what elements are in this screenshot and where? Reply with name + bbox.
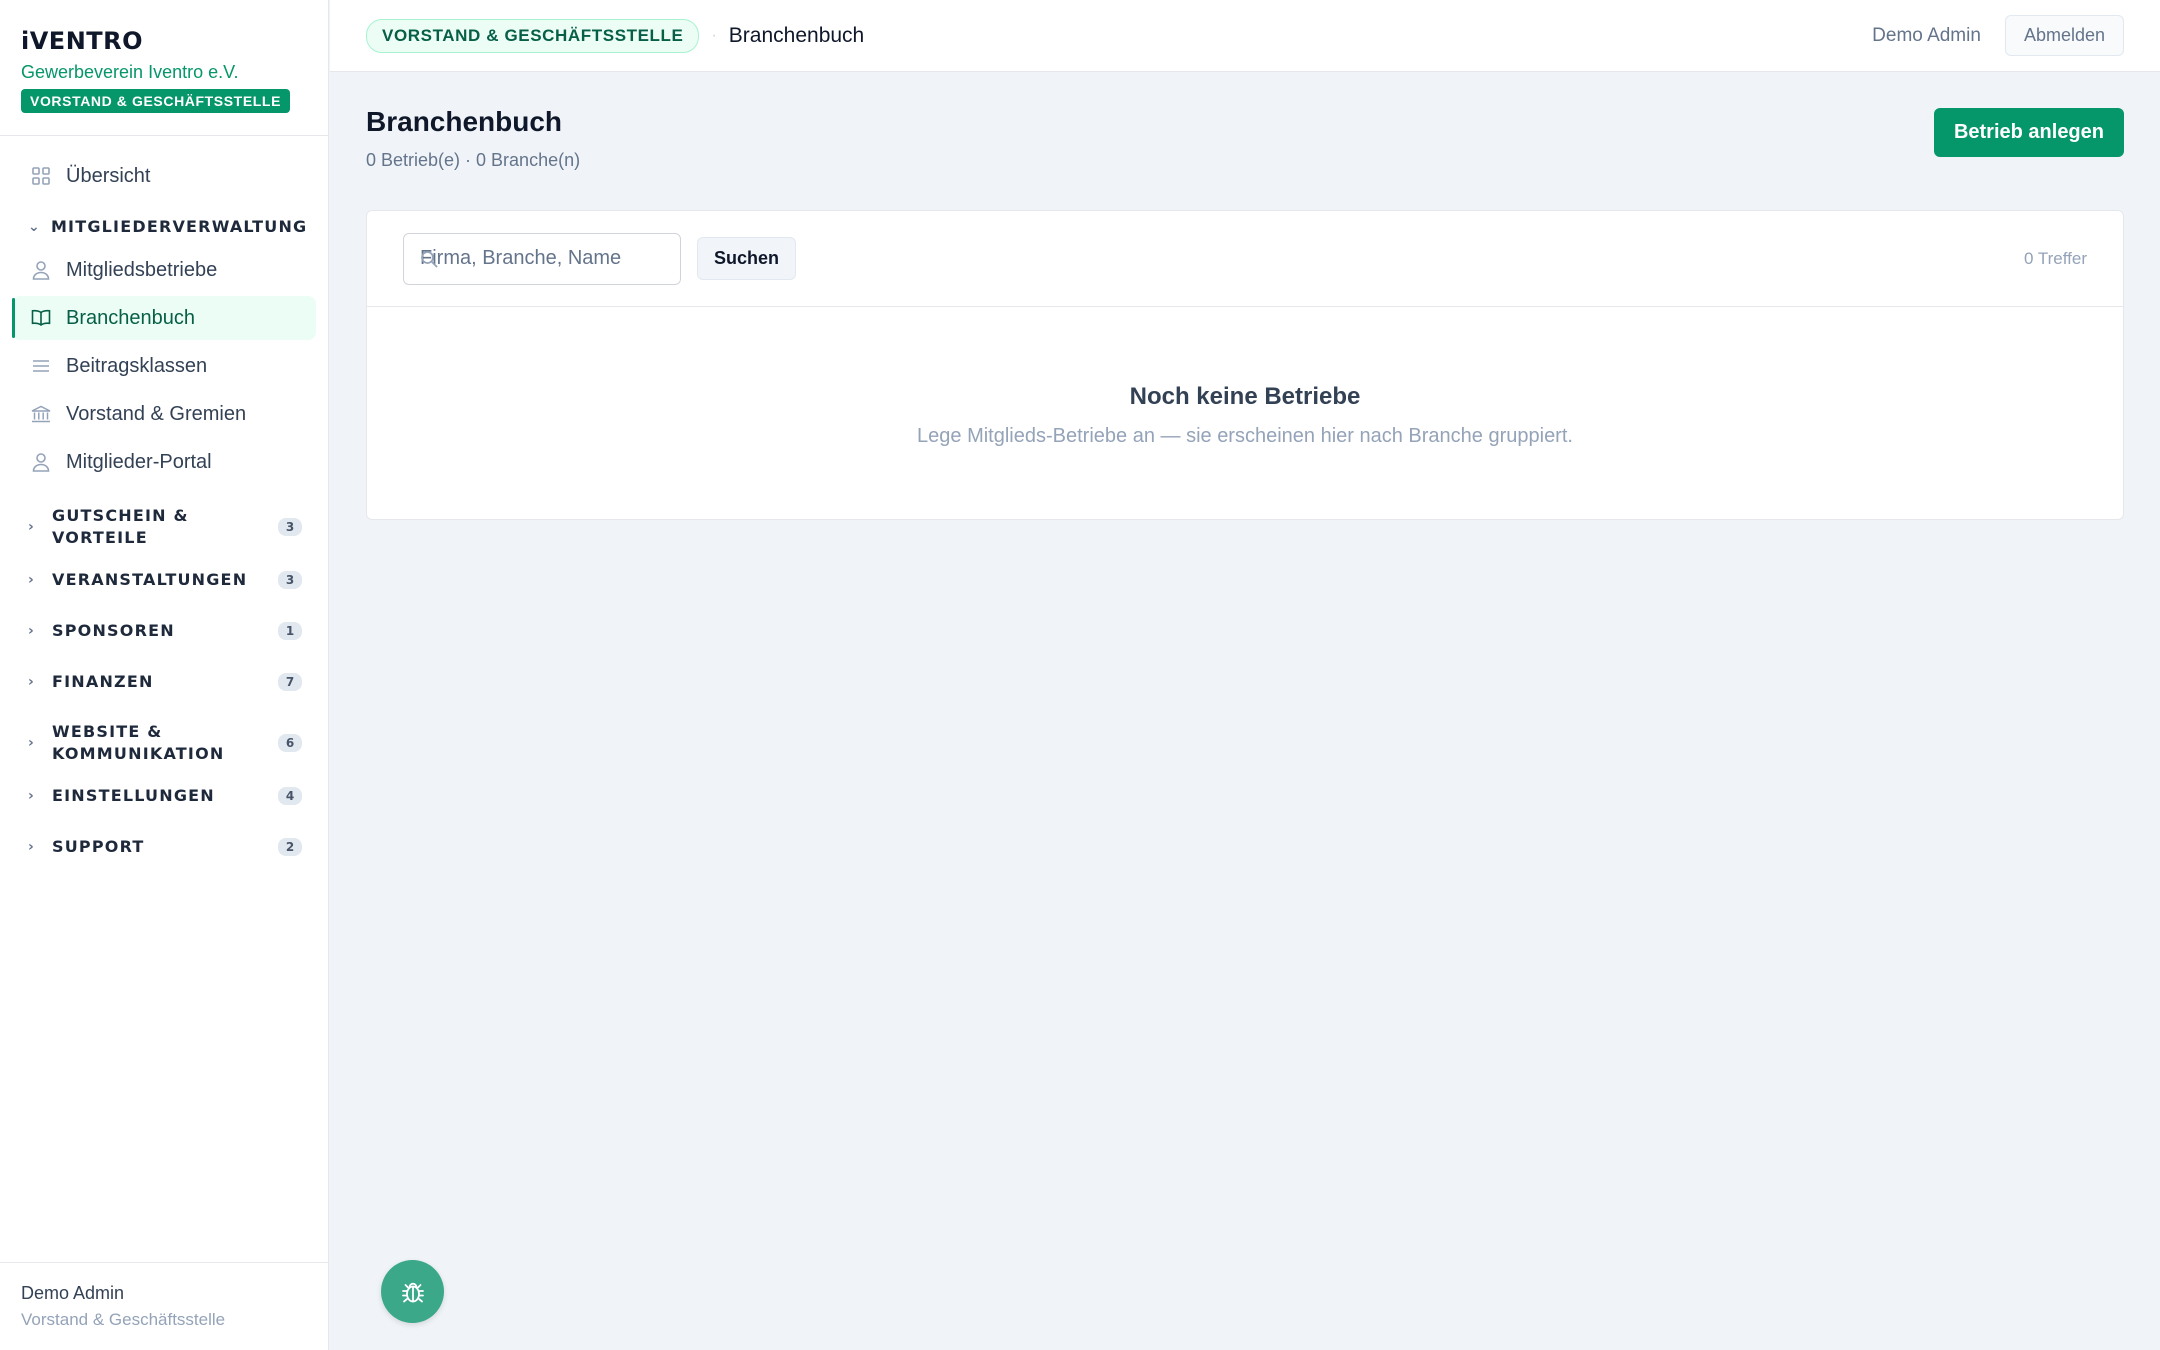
section-support[interactable]: › SUPPORT 2	[12, 832, 316, 862]
sidebar-item-mitgliedsbetriebe[interactable]: Mitgliedsbetriebe	[12, 248, 316, 292]
count-badge: 3	[278, 571, 302, 589]
sidebar-item-label: Mitglieder-Portal	[66, 450, 212, 473]
section-finanzen[interactable]: › FINANZEN 7	[12, 667, 316, 697]
sidebar-item-branchenbuch[interactable]: Branchenbuch	[12, 296, 316, 340]
app-logo[interactable]: iVENTRO	[21, 24, 307, 58]
breadcrumb: Branchenbuch	[728, 23, 865, 47]
bug-icon	[401, 1282, 424, 1302]
section-label-line1: GUTSCHEIN &	[52, 506, 189, 525]
section-label-line1: WEBSITE &	[52, 722, 163, 741]
brand-block: iVENTRO Gewerbeverein Iventro e.V. VORST…	[0, 0, 328, 136]
add-business-button[interactable]: Betrieb anlegen	[1933, 108, 2124, 157]
page-subtitle: 0 Betrieb(e) · 0 Branche(n)	[366, 150, 581, 170]
search-button[interactable]: Suchen	[697, 237, 797, 280]
grid-icon	[30, 165, 52, 187]
chevron-right-icon: ›	[28, 623, 35, 639]
bank-icon	[30, 403, 52, 425]
empty-state-description: Lege Mitglieds-Betriebe an — sie erschei…	[917, 425, 1573, 447]
search-toolbar: Firma, Branche, Name Suchen 0 Treffer	[367, 211, 2123, 307]
section-veranstaltungen[interactable]: › VERANSTALTUNGEN 3	[12, 565, 316, 595]
logout-button[interactable]: Abmelden	[2004, 15, 2124, 56]
page-header: Branchenbuch 0 Betrieb(e) · 0 Branche(n)…	[366, 72, 2124, 210]
chevron-down-icon: ⌄	[28, 219, 41, 235]
role-badge: VORSTAND & GESCHÄFTSSTELLE	[21, 89, 291, 113]
hit-count: 0 Treffer	[2024, 248, 2087, 268]
section-label: VERANSTALTUNGEN	[52, 570, 248, 589]
sidebar-item-vorstand-gremien[interactable]: Vorstand & Gremien	[12, 392, 316, 436]
bug-report-button[interactable]	[381, 1260, 444, 1323]
section-label: EINSTELLUNGEN	[52, 786, 215, 805]
count-badge: 6	[278, 734, 302, 752]
search-icon	[421, 250, 438, 268]
section-einstellungen[interactable]: › EINSTELLUNGEN 4	[12, 781, 316, 811]
role-chip: VORSTAND & GESCHÄFTSSTELLE	[366, 18, 700, 53]
main-content: Branchenbuch 0 Betrieb(e) · 0 Branche(n)…	[366, 72, 2124, 520]
search-placeholder: Firma, Branche, Name	[420, 247, 622, 269]
section-label: FINANZEN	[52, 672, 154, 691]
chevron-right-icon: ›	[28, 735, 35, 751]
sidebar-item-label: Mitgliedsbetriebe	[66, 258, 218, 281]
current-user-name: Demo Admin	[21, 1283, 125, 1303]
search-input[interactable]: Firma, Branche, Name	[403, 232, 681, 285]
section-gutschein-vorteile[interactable]: › GUTSCHEIN & VORTEILE 3	[12, 502, 316, 552]
list-icon	[30, 355, 52, 377]
section-label: SUPPORT	[52, 837, 145, 856]
sidebar-item-mitglieder-portal[interactable]: Mitglieder-Portal	[12, 440, 316, 484]
sidebar-item-label: Übersicht	[66, 164, 151, 187]
section-sponsoren[interactable]: › SPONSOREN 1	[12, 616, 316, 646]
sidebar-nav: Übersicht ⌄ MITGLIEDERVERWALTUNG Mitglie…	[0, 136, 328, 862]
empty-state: Noch keine Betriebe Lege Mitglieds-Betri…	[367, 307, 2123, 448]
count-badge: 2	[278, 838, 302, 856]
book-icon	[30, 307, 52, 329]
chevron-right-icon: ›	[28, 839, 35, 855]
section-label: SPONSOREN	[52, 621, 175, 640]
chevron-right-icon: ›	[28, 572, 35, 588]
section-label: MITGLIEDERVERWALTUNG	[50, 217, 308, 236]
chevron-right-icon: ›	[28, 788, 35, 804]
topbar-user-name: Demo Admin	[1872, 24, 1981, 46]
sidebar-item-beitragsklassen[interactable]: Beitragsklassen	[12, 344, 316, 388]
sidebar: iVENTRO Gewerbeverein Iventro e.V. VORST…	[0, 0, 329, 1350]
breadcrumb-separator: ·	[711, 26, 717, 44]
page-title: Branchenbuch	[366, 106, 563, 137]
empty-state-title: Noch keine Betriebe	[1129, 383, 1361, 410]
chevron-right-icon: ›	[28, 519, 35, 535]
sidebar-item-overview[interactable]: Übersicht	[12, 154, 316, 198]
section-label-line2: VORTEILE	[52, 528, 148, 547]
section-label-line2: KOMMUNIKATION	[52, 744, 225, 763]
organization-name: Gewerbeverein Iventro e.V.	[21, 62, 239, 82]
section-label: GUTSCHEIN & VORTEILE	[52, 505, 278, 549]
section-mitgliederverwaltung[interactable]: ⌄ MITGLIEDERVERWALTUNG	[12, 212, 316, 242]
section-label: WEBSITE & KOMMUNIKATION	[52, 721, 278, 765]
sidebar-item-label: Branchenbuch	[66, 306, 195, 329]
count-badge: 3	[278, 518, 302, 536]
sidebar-user: Demo Admin Vorstand & Geschäftsstelle	[0, 1262, 328, 1350]
user-icon	[30, 451, 52, 473]
section-website-kommunikation[interactable]: › WEBSITE & KOMMUNIKATION 6	[12, 718, 316, 768]
current-user-role: Vorstand & Geschäftsstelle	[21, 1310, 226, 1329]
count-badge: 7	[278, 673, 302, 691]
chevron-right-icon: ›	[28, 674, 35, 690]
count-badge: 1	[278, 622, 302, 640]
sidebar-item-label: Beitragsklassen	[66, 354, 208, 377]
count-badge: 4	[278, 787, 302, 805]
topbar-user-area: Demo Admin Abmelden	[1872, 15, 2124, 56]
user-icon	[30, 259, 52, 281]
directory-card: Firma, Branche, Name Suchen 0 Treffer No…	[366, 210, 2124, 520]
topbar: VORSTAND & GESCHÄFTSSTELLE · Branchenbuc…	[330, 0, 2160, 72]
sidebar-item-label: Vorstand & Gremien	[66, 402, 247, 425]
